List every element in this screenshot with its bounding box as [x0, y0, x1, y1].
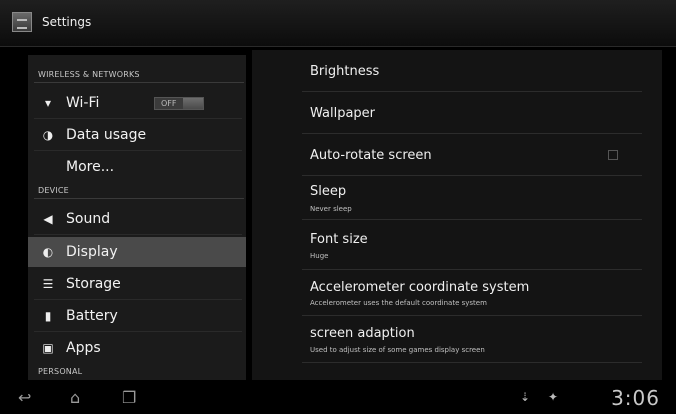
accelerometer-value: Accelerometer uses the default coordinat… — [310, 299, 487, 307]
row-divider — [302, 315, 642, 316]
android-debug-icon: ✦ — [548, 390, 559, 404]
screen-adaption-value: Used to adjust size of some games displa… — [310, 346, 485, 354]
display-settings-panel: Brightness Wallpaper Auto-rotate screen … — [252, 50, 662, 380]
recent-apps-icon[interactable]: ❐ — [122, 388, 136, 407]
sidebar-item-label: Data usage — [66, 127, 147, 143]
accelerometer-setting[interactable]: Accelerometer coordinate system — [310, 280, 529, 295]
row-divider — [302, 362, 642, 363]
font-size-setting[interactable]: Font size — [310, 232, 368, 247]
sleep-setting[interactable]: Sleep — [310, 184, 346, 199]
sidebar-item-battery[interactable]: ▮ Battery — [28, 301, 246, 331]
action-bar: Settings — [0, 0, 676, 47]
row-divider — [302, 133, 642, 134]
brightness-setting[interactable]: Brightness — [310, 64, 379, 79]
wifi-toggle[interactable]: OFF — [154, 97, 204, 110]
item-divider — [34, 150, 242, 151]
app-title: Settings — [42, 15, 92, 29]
battery-icon: ▮ — [44, 309, 52, 323]
sidebar-item-more[interactable]: More... — [28, 152, 246, 182]
item-divider — [34, 331, 242, 332]
sidebar-item-label: Battery — [66, 308, 118, 324]
row-divider — [302, 269, 642, 270]
sidebar-item-sound[interactable]: ◀ Sound — [28, 204, 246, 234]
wallpaper-setting[interactable]: Wallpaper — [310, 106, 375, 121]
display-icon: ◐ — [42, 245, 54, 259]
row-divider — [302, 219, 642, 220]
section-divider — [34, 82, 244, 83]
sidebar-item-label: Display — [66, 244, 118, 260]
section-divider — [34, 198, 244, 199]
status-clock: 3:06 — [611, 386, 660, 410]
sound-icon: ◀ — [43, 212, 53, 226]
sidebar-item-apps[interactable]: ▣ Apps — [28, 333, 246, 363]
section-header-personal: PERSONAL — [38, 367, 83, 376]
screen-adaption-setting[interactable]: screen adaption — [310, 326, 415, 341]
data-usage-icon: ◑ — [42, 128, 54, 142]
item-divider — [34, 118, 242, 119]
sidebar-item-data-usage[interactable]: ◑ Data usage — [28, 120, 246, 150]
sidebar-item-wifi[interactable]: ▾ Wi-Fi OFF — [28, 88, 246, 118]
section-header-wireless: WIRELESS & NETWORKS — [38, 70, 140, 79]
row-divider — [302, 91, 642, 92]
row-divider — [302, 175, 642, 176]
sidebar-item-display[interactable]: ◐ Display — [28, 237, 246, 267]
sidebar-item-label: Wi-Fi — [66, 95, 100, 111]
usb-icon: ⇣ — [520, 390, 531, 404]
apps-icon: ▣ — [42, 341, 54, 355]
section-header-device: DEVICE — [38, 186, 69, 195]
auto-rotate-setting[interactable]: Auto-rotate screen — [310, 148, 432, 163]
storage-icon: ☰ — [42, 277, 54, 291]
settings-sidebar: WIRELESS & NETWORKS ▾ Wi-Fi OFF ◑ Data u… — [28, 55, 246, 380]
sidebar-item-label: Storage — [66, 276, 121, 292]
item-divider — [34, 234, 242, 235]
home-icon[interactable]: ⌂ — [70, 388, 80, 407]
sidebar-item-storage[interactable]: ☰ Storage — [28, 269, 246, 299]
sidebar-item-label: Apps — [66, 340, 101, 356]
auto-rotate-checkbox[interactable] — [608, 150, 618, 160]
wifi-icon: ▾ — [44, 96, 52, 110]
sleep-value: Never sleep — [310, 205, 352, 213]
back-icon[interactable]: ↩ — [18, 388, 31, 407]
sidebar-item-label: Sound — [66, 211, 111, 227]
item-divider — [34, 299, 242, 300]
font-size-value: Huge — [310, 252, 329, 260]
system-navigation-bar: ↩ ⌂ ❐ ⇣ ✦ 3:06 — [0, 384, 676, 414]
settings-app-icon[interactable] — [12, 12, 32, 32]
sidebar-item-label: More... — [66, 159, 115, 175]
